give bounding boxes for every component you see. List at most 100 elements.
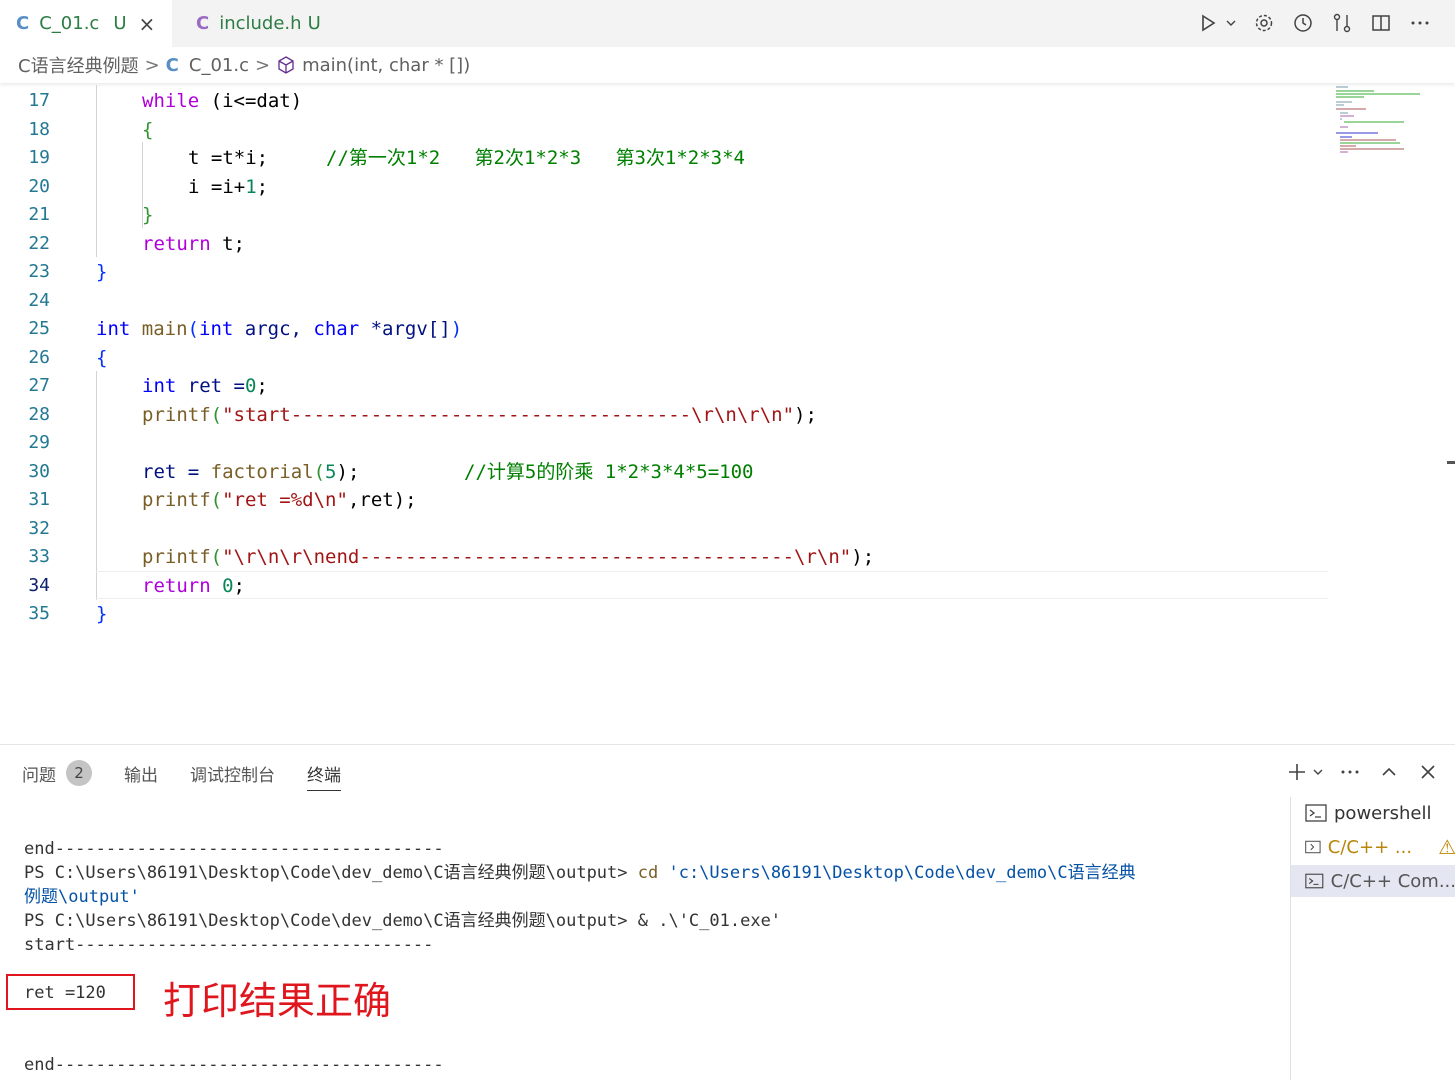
code-editor[interactable]: 17 while (i<=dat) 18 { 19 t =t*i; //第一次1… <box>0 85 1455 735</box>
line-number: 21 <box>28 204 50 225</box>
code-text: ; <box>233 575 245 597</box>
line-number: 18 <box>28 119 50 140</box>
terminal-icon <box>1305 804 1327 822</box>
minimap[interactable] <box>1334 85 1434 155</box>
tab-debug-console[interactable]: 调试控制台 <box>190 745 275 801</box>
terminal-item-label: C/C++ ... <box>1327 836 1413 858</box>
code-text: printf("\r\n\r\nend---------------------… <box>142 543 874 571</box>
param: argc, <box>233 318 314 340</box>
terminal-prompt: PS C:\Users\86191\Desktop\Code\dev_demo\… <box>24 911 638 931</box>
c-language-icon: C <box>16 13 30 34</box>
close-icon[interactable]: × <box>139 12 156 36</box>
tab-label: 调试控制台 <box>190 765 275 786</box>
chevron-right-icon: > <box>144 54 160 76</box>
function-name: printf <box>142 546 211 568</box>
brace: } <box>96 261 108 283</box>
type-keyword: char <box>313 318 360 340</box>
number-literal: 1 <box>245 176 257 198</box>
line-number: 30 <box>28 461 50 482</box>
keyword: return <box>142 575 211 597</box>
code-text: (i<=dat) <box>199 90 303 112</box>
string-literal: "\r\n\r\nend----------------------------… <box>222 546 852 568</box>
tab-terminal[interactable]: 终端 <box>307 745 341 801</box>
code-line: 30 ret = factorial(5); //计算5的阶乘 1*2*3*4*… <box>0 458 1330 486</box>
brace: { <box>142 119 154 141</box>
code-line: 18 { <box>0 116 1330 144</box>
code-text: while (i<=dat) <box>142 87 302 115</box>
function-name: factorial <box>210 461 314 483</box>
chevron-down-icon[interactable] <box>1310 757 1326 787</box>
gear-icon[interactable] <box>1249 8 1279 38</box>
scrollbar-marker <box>1447 461 1455 464</box>
terminal-command: cd <box>637 863 659 883</box>
code-text: ); <box>851 546 875 568</box>
string-literal: "ret =%d\n" <box>222 489 348 511</box>
terminal-argument: 'c:\Users\86191\Desktop\Code\dev_demo\C语… <box>658 863 1136 883</box>
more-icon[interactable] <box>1405 8 1435 38</box>
paren: ( <box>210 404 223 426</box>
chevron-right-icon: > <box>254 54 271 76</box>
tab-label: include.h <box>219 13 302 34</box>
code-text: t =t*i; <box>188 147 269 169</box>
code-line: 23 } <box>0 258 1330 286</box>
terminal-output[interactable]: end-------------------------------------… <box>24 837 1274 1077</box>
symbol-method-icon <box>278 56 294 74</box>
breadcrumb-folder[interactable]: C语言经典例题 <box>18 52 139 78</box>
code-line: 20 i =i+1; <box>0 173 1330 201</box>
line-number: 27 <box>28 375 50 396</box>
code-line: 28 printf("start------------------------… <box>0 401 1330 429</box>
keyword: return <box>142 233 211 255</box>
chevron-down-icon[interactable] <box>1222 8 1240 38</box>
close-panel-icon[interactable] <box>1413 757 1443 787</box>
terminal-line: PS C:\Users\86191\Desktop\Code\dev_demo\… <box>24 861 1274 885</box>
code-text: ; <box>256 176 269 198</box>
code-line: 22 return t; <box>0 230 1330 258</box>
code-line: 32 <box>0 515 1330 543</box>
maximize-panel-icon[interactable] <box>1374 757 1404 787</box>
code-text: ); <box>336 461 360 483</box>
number-literal: 0 <box>222 575 234 597</box>
add-terminal-icon[interactable] <box>1286 757 1308 787</box>
breadcrumb-symbol[interactable]: main(int, char * []) <box>302 55 470 76</box>
more-icon[interactable] <box>1335 757 1365 787</box>
line-number: 26 <box>28 347 50 368</box>
terminal-item-cpp-task[interactable]: C/C++ ... ⚠ <box>1291 831 1455 863</box>
terminal-line: start----------------------------------- <box>24 935 434 955</box>
tab-c01[interactable]: C C_01.c U × <box>0 0 172 47</box>
type-keyword: int <box>96 318 131 340</box>
number-literal: 0 <box>244 375 257 397</box>
code-line: 29 <box>0 429 1330 457</box>
problems-count-badge: 2 <box>66 760 92 786</box>
split-editor-icon[interactable] <box>1366 8 1396 38</box>
line-number: 20 <box>28 176 50 197</box>
paren: ( <box>210 489 223 511</box>
terminal-command: & .\'C_01.exe' <box>637 911 782 931</box>
history-icon[interactable] <box>1288 8 1318 38</box>
breadcrumb-file[interactable]: C_01.c <box>189 55 249 76</box>
terminal-line: 例题\output' <box>24 887 140 907</box>
code-text: ; <box>256 375 268 397</box>
code-text: return t; <box>142 230 245 258</box>
tab-output[interactable]: 输出 <box>124 745 158 801</box>
untracked-badge: U <box>113 13 127 34</box>
function-name: printf <box>142 404 211 426</box>
terminal-blank <box>24 1029 1274 1053</box>
terminal-item-label: C/C++ Com... <box>1330 870 1455 892</box>
annotation-text: 打印结果正确 <box>163 979 392 1023</box>
tab-problems[interactable]: 问题 2 <box>22 745 92 801</box>
tab-include-h[interactable]: C include.h U <box>172 0 360 47</box>
terminal-item-cpp-compile[interactable]: C/C++ Com... <box>1291 865 1455 897</box>
tab-label: 输出 <box>124 765 158 786</box>
paren: ( <box>187 318 199 340</box>
editor-toolbar <box>1196 8 1435 38</box>
editor-tab-bar: C C_01.c U × C include.h U <box>0 0 1455 47</box>
compare-icon[interactable] <box>1327 8 1357 38</box>
type-keyword: int <box>142 375 177 397</box>
line-number: 24 <box>28 290 50 311</box>
code-text: ret = factorial(5); <box>142 458 359 486</box>
terminal-item-powershell[interactable]: powershell <box>1291 797 1455 829</box>
run-icon[interactable] <box>1196 8 1220 38</box>
brace: } <box>96 603 108 625</box>
paren: ) <box>450 318 463 340</box>
code-text: i =i+1; <box>188 173 268 201</box>
